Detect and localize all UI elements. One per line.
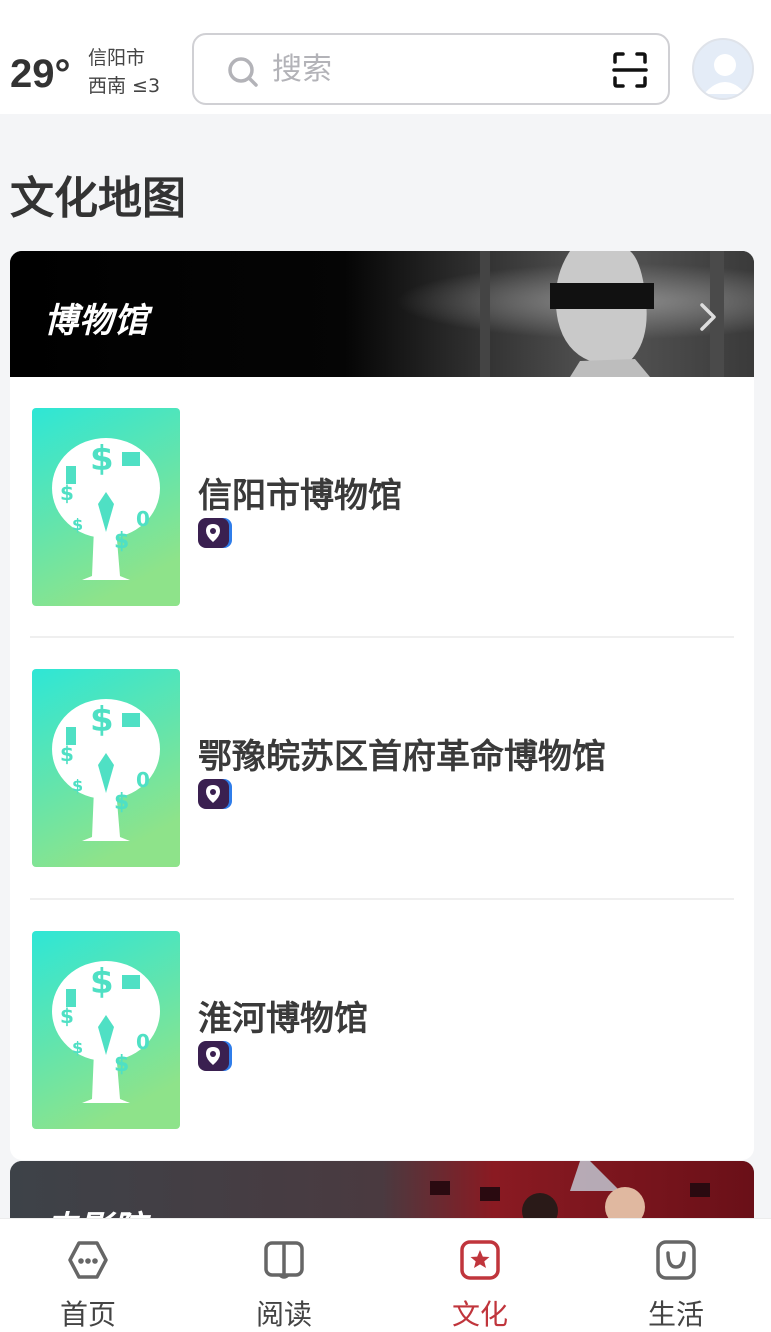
search-bar[interactable] [192,33,670,105]
weather-city: 信阳市 [88,47,146,69]
museum-list-item[interactable]: $ $ 0 $ $ 淮河博物馆 [10,931,754,1160]
museum-thumbnail: $ $ 0 $ $ [32,408,180,606]
bottom-nav: 首页 阅读 文化 生活 [0,1218,771,1332]
nav-item-life[interactable]: 生活 [606,1219,746,1332]
location-pin-icon[interactable] [198,518,232,548]
svg-text:$: $ [72,776,83,795]
svg-text:$: $ [90,700,114,740]
museum-name: 淮河博物馆 [198,999,368,1039]
user-avatar[interactable] [692,38,754,100]
svg-text:$: $ [72,1038,83,1057]
svg-text:0: 0 [136,1030,150,1054]
svg-text:$: $ [60,481,74,505]
weather-location: 信阳市 西南 ≤3 [88,44,160,100]
museum-name: 鄂豫皖苏区首府革命博物馆 [198,737,606,777]
svg-text:$: $ [60,1004,74,1028]
user-avatar-icon [696,42,752,98]
scan-icon[interactable] [612,51,648,89]
home-icon [68,1241,108,1279]
nav-label-home: 首页 [59,1298,116,1331]
svg-text:$: $ [114,529,129,554]
museum-list-item[interactable]: $ $ 0 $ $ 信阳市博物馆 [10,408,754,670]
list-divider [30,898,734,900]
location-pin-icon[interactable] [198,779,232,809]
culture-star-icon [460,1240,500,1280]
svg-text:$: $ [60,742,74,766]
weather-wind: 西南 ≤3 [88,75,161,97]
search-icon [228,57,258,87]
svg-text:0: 0 [136,768,150,792]
list-divider [30,636,734,638]
page: 29° 信阳市 西南 ≤3 搜索 文化地图 博物馆 $ $ 0 $ $ 信阳市博… [0,0,771,1332]
nav-label-life: 生活 [647,1298,704,1331]
museum-thumbnail: $ $ 0 $ $ [32,669,180,867]
life-bag-icon [656,1240,696,1280]
nav-item-home[interactable]: 首页 [18,1219,158,1332]
museum-list-item[interactable]: $ $ 0 $ $ 鄂豫皖苏区首府革命博物馆 [10,669,754,931]
museum-name: 信阳市博物馆 [198,476,402,516]
museum-section-title: 博物馆 [44,301,149,341]
book-icon [264,1241,304,1279]
museum-section-card: 博物馆 $ $ 0 $ $ 信阳市博物馆 $ $ 0 $ $ 鄂豫皖苏区首府革命… [10,251,754,1160]
search-input[interactable] [272,49,592,89]
page-title: 文化地图 [10,173,186,224]
location-pin-icon[interactable] [198,1041,232,1071]
weather-temperature: 29° [10,52,71,96]
top-header: 29° 信阳市 西南 ≤3 [0,0,771,114]
svg-text:$: $ [114,790,129,815]
chevron-right-icon[interactable] [696,301,720,333]
svg-text:$: $ [90,439,114,479]
svg-text:$: $ [72,515,83,534]
money-tree-icon: $ $ 0 $ $ [32,408,180,606]
money-tree-icon: $ $ 0 $ $ [32,931,180,1129]
svg-text:$: $ [114,1052,129,1077]
nav-item-culture[interactable]: 文化 [410,1219,550,1332]
nav-label-read: 阅读 [255,1298,312,1331]
nav-label-culture: 文化 [451,1298,508,1331]
museum-section-banner[interactable]: 博物馆 [10,251,754,377]
money-tree-icon: $ $ 0 $ $ [32,669,180,867]
svg-text:$: $ [90,962,114,1002]
nav-item-read[interactable]: 阅读 [214,1219,354,1332]
svg-text:0: 0 [136,507,150,531]
museum-thumbnail: $ $ 0 $ $ [32,931,180,1129]
